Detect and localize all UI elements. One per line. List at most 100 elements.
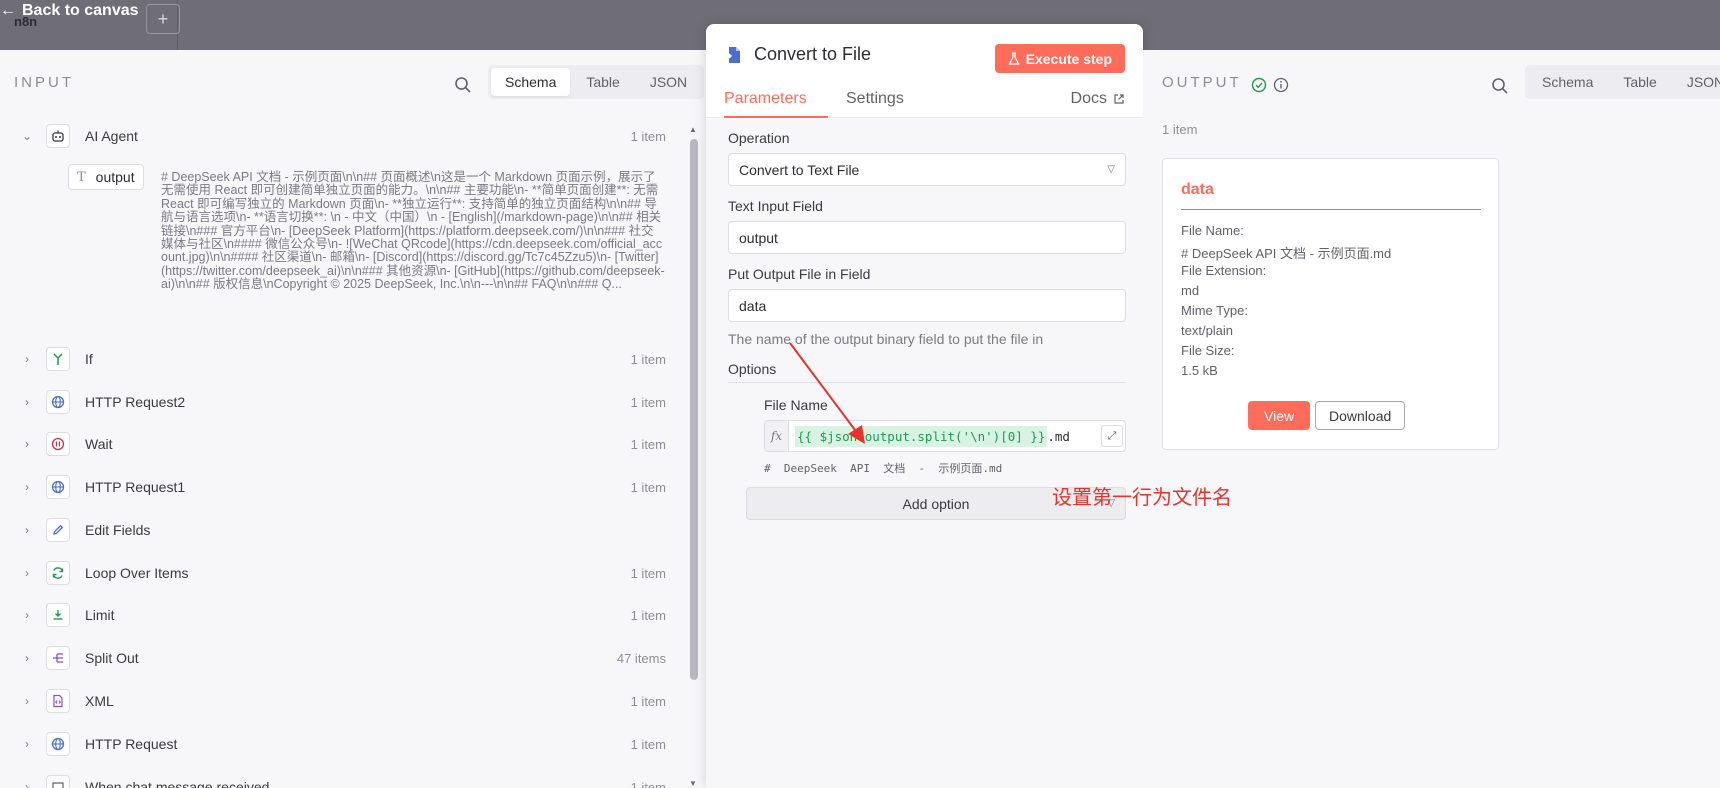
mime-type-value: text/plain xyxy=(1181,323,1234,338)
node-item-count: 1 item xyxy=(630,128,666,144)
dialog-title-text: Convert to File xyxy=(754,44,872,64)
tab-parameters[interactable]: Parameters xyxy=(724,90,807,108)
output-panel: OUTPUT Schema Table JSON 1 item data Fil… xyxy=(1143,50,1720,788)
chevron-right-icon: › xyxy=(25,566,29,580)
chevron-down-icon: ▽ xyxy=(1107,164,1115,175)
node-item-count: 47 items xyxy=(616,650,666,666)
chevron-down-icon: ⌄ xyxy=(21,129,33,143)
output-view-json[interactable]: JSON xyxy=(1673,68,1720,96)
file-name-key: File Name: xyxy=(1181,223,1244,238)
text-type-icon: T xyxy=(77,169,86,185)
node-row-loop-over-items[interactable]: › Loop Over Items 1 item xyxy=(0,553,680,593)
input-view-table[interactable]: Table xyxy=(572,68,633,96)
chevron-right-icon: › xyxy=(25,780,29,788)
node-settings-dialog: Convert to File Execute step Parameters … xyxy=(706,24,1143,788)
node-row-if[interactable]: › If 1 item xyxy=(0,339,680,379)
annotation-text: 设置第一行为文件名 xyxy=(1052,487,1232,509)
input-view-json[interactable]: JSON xyxy=(636,68,701,96)
chevron-right-icon: › xyxy=(25,608,29,622)
file-name-label: File Name xyxy=(764,397,828,413)
card-divider xyxy=(1181,209,1481,210)
success-check-icon xyxy=(1251,77,1267,93)
search-icon[interactable] xyxy=(454,76,472,94)
add-node-button[interactable]: + xyxy=(146,4,180,34)
expression-fx-icon: fx xyxy=(765,421,789,451)
node-row-edit-fields[interactable]: › Edit Fields xyxy=(0,510,680,550)
node-item-count: 1 item xyxy=(630,693,666,709)
node-row-http-request2[interactable]: › HTTP Request2 1 item xyxy=(0,382,680,422)
chevron-right-icon: › xyxy=(25,480,29,494)
globe-icon xyxy=(46,475,70,499)
node-name: Loop Over Items xyxy=(85,565,189,581)
text-input-field-value: output xyxy=(739,229,778,246)
schema-field-output[interactable]: T output xyxy=(68,164,144,190)
view-file-button[interactable]: View xyxy=(1248,401,1311,430)
download-file-button[interactable]: Download xyxy=(1315,401,1406,430)
binary-file-card: data File Name: # DeepSeek API 文档 - 示例页面… xyxy=(1162,158,1499,450)
schema-field-value: # DeepSeek API 文档 - 示例页面\n\n## 页面概述\n这是一… xyxy=(161,170,665,292)
pause-icon xyxy=(46,432,70,456)
output-view-table[interactable]: Table xyxy=(1609,68,1670,96)
pencil-icon xyxy=(46,518,70,542)
search-icon[interactable] xyxy=(1491,77,1509,95)
node-row-http-request[interactable]: › HTTP Request 1 item xyxy=(0,724,680,764)
globe-icon xyxy=(46,390,70,414)
node-name: Edit Fields xyxy=(85,522,151,538)
input-scrollbar[interactable]: ▲ ▼ xyxy=(688,125,698,788)
scroll-up-icon[interactable]: ▲ xyxy=(689,125,697,134)
put-output-hint: The name of the output binary field to p… xyxy=(728,331,1044,347)
plus-icon: + xyxy=(157,8,169,29)
mime-type-key: Mime Type: xyxy=(1181,303,1248,318)
chevron-right-icon: › xyxy=(25,395,29,409)
file-code-icon xyxy=(46,689,70,713)
node-row-chat-trigger[interactable]: › When chat message received 1 item xyxy=(0,767,680,788)
chevron-right-icon: › xyxy=(25,694,29,708)
limit-icon xyxy=(46,603,70,627)
add-option-label: Add option xyxy=(902,495,970,512)
node-row-xml[interactable]: › XML 1 item xyxy=(0,681,680,721)
scroll-down-icon[interactable]: ▼ xyxy=(689,779,697,788)
operation-label: Operation xyxy=(728,130,790,146)
node-item-count: 1 item xyxy=(630,394,666,410)
node-name: XML xyxy=(85,693,114,709)
node-item-count: 1 item xyxy=(630,565,666,581)
node-row-limit[interactable]: › Limit 1 item xyxy=(0,595,680,635)
file-name-expression-input[interactable]: fx {{ $json.output.split('\n')[0] }} .md … xyxy=(764,420,1126,452)
arrow-left-icon: ← xyxy=(0,2,16,19)
chevron-right-icon: › xyxy=(25,651,29,665)
output-title-text: OUTPUT xyxy=(1162,74,1242,91)
node-name: HTTP Request2 xyxy=(85,394,186,410)
execute-step-label: Execute step xyxy=(1025,50,1112,67)
output-view-schema[interactable]: Schema xyxy=(1528,68,1607,96)
operation-select[interactable]: Convert to Text File ▽ xyxy=(728,153,1126,186)
node-item-count: 1 item xyxy=(630,436,666,452)
node-name: If xyxy=(85,351,93,367)
chevron-right-icon: › xyxy=(25,437,29,451)
node-row-http-request1[interactable]: › HTTP Request1 1 item xyxy=(0,467,680,507)
operation-value: Convert to Text File xyxy=(739,161,860,178)
node-item-count: 1 item xyxy=(630,779,666,788)
open-expression-editor-icon[interactable]: ⤢ xyxy=(1101,425,1123,447)
back-to-canvas-link[interactable]: ← Back to canvas xyxy=(0,2,139,20)
info-icon[interactable] xyxy=(1273,77,1289,93)
file-name-value: # DeepSeek API 文档 - 示例页面.md xyxy=(1181,246,1392,261)
input-panel: INPUT Schema Table JSON ⌄ AI Agent 1 ite… xyxy=(0,50,706,788)
chevron-right-icon: › xyxy=(25,352,29,366)
node-item-count: 1 item xyxy=(630,351,666,367)
execute-step-button[interactable]: Execute step xyxy=(994,44,1125,73)
docs-link[interactable]: Docs xyxy=(1071,90,1125,108)
node-row-split-out[interactable]: › Split Out 47 items xyxy=(0,638,680,678)
node-row-wait[interactable]: › Wait 1 item xyxy=(0,424,680,464)
input-view-schema[interactable]: Schema xyxy=(491,68,571,96)
expression-result-preview: # DeepSeek API 文档 - 示例页面.md xyxy=(764,462,1003,475)
node-item-count: 1 item xyxy=(630,479,666,495)
scrollbar-thumb[interactable] xyxy=(690,139,698,680)
text-input-field[interactable]: output xyxy=(728,221,1126,254)
binary-field-name: data xyxy=(1181,181,1214,198)
dialog-title: Convert to File xyxy=(724,44,871,65)
tab-settings[interactable]: Settings xyxy=(846,90,904,108)
node-row-ai-agent[interactable]: ⌄ AI Agent 1 item xyxy=(0,116,680,156)
flask-icon xyxy=(1008,51,1020,65)
put-output-field[interactable]: data xyxy=(728,289,1126,322)
node-item-count: 1 item xyxy=(630,736,666,752)
